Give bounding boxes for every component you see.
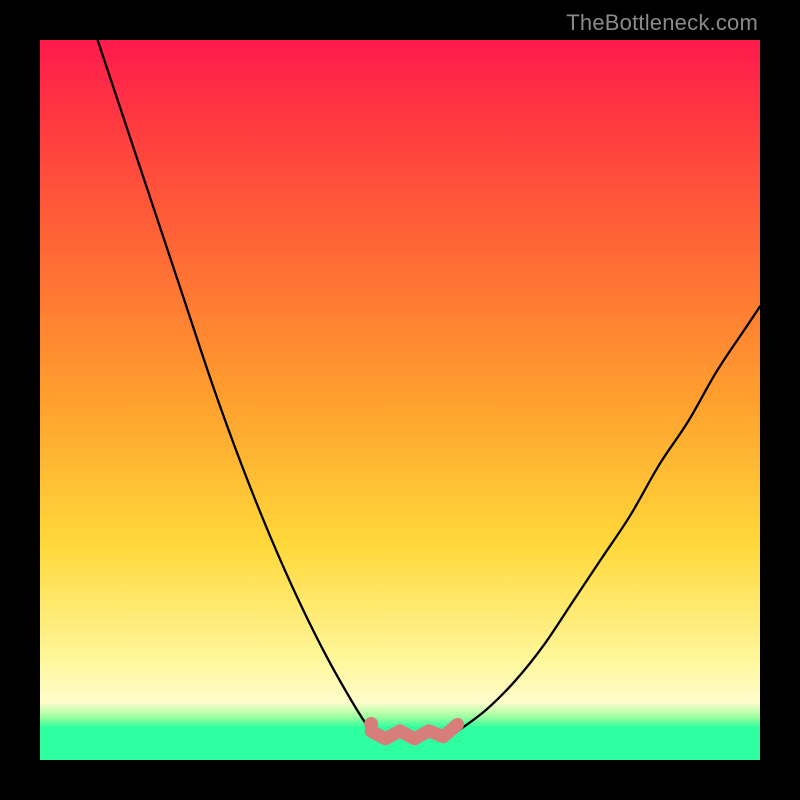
plot-area bbox=[40, 40, 760, 760]
watermark-text: TheBottleneck.com bbox=[566, 10, 758, 36]
chart-svg bbox=[40, 40, 760, 760]
floor-squiggle bbox=[371, 724, 457, 738]
curve-right bbox=[458, 306, 760, 731]
chart-frame: TheBottleneck.com bbox=[0, 0, 800, 800]
floor-dot bbox=[364, 717, 378, 731]
curve-left bbox=[98, 40, 372, 731]
